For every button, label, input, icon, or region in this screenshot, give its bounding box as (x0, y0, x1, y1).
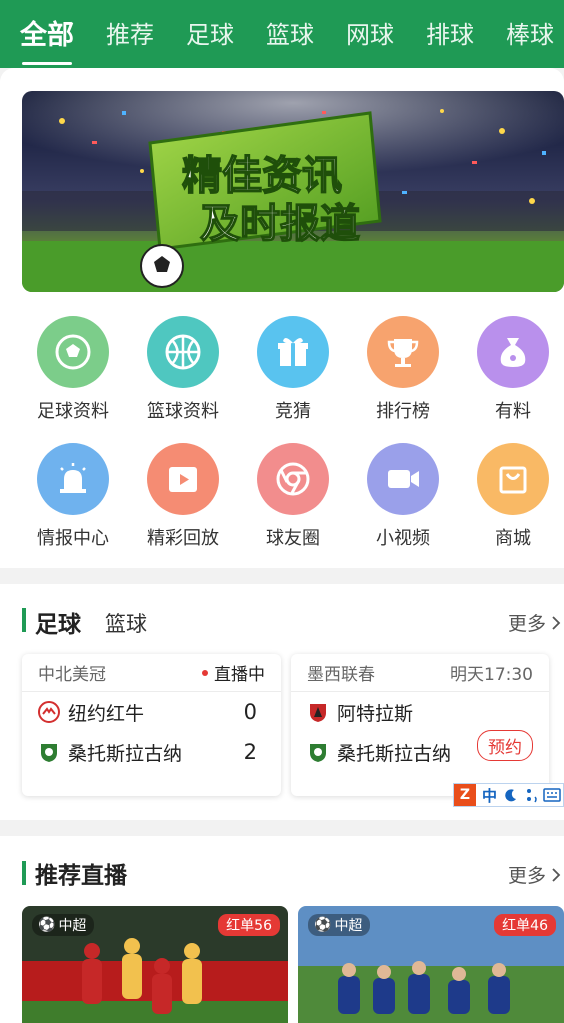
punctuation-icon (527, 789, 537, 803)
soccer-ball-icon (37, 316, 109, 388)
money-bag-icon (477, 316, 549, 388)
grid-label: 排行榜 (376, 401, 430, 422)
match-card[interactable]: 中北美冠 直播中 纽约红牛 0 桑托斯拉古纳 2 (22, 654, 281, 796)
team-name: 纽约红牛 (68, 702, 145, 725)
ime-mode-label: 中 (482, 786, 498, 805)
match-time: 明天17:30 (450, 665, 533, 685)
more-label: 更多 (507, 613, 546, 635)
league-tag: ⚽ 中超 (32, 914, 95, 936)
keyboard-icon (543, 788, 561, 802)
grid-item-ranking[interactable]: 排行榜 (348, 316, 458, 423)
team-logo-icon (310, 744, 326, 762)
grid-label: 有料 (495, 401, 531, 422)
team-name: 桑托斯拉古纳 (337, 742, 452, 765)
ime-logo-icon: Z (454, 784, 476, 806)
shopping-bag-icon (477, 443, 549, 515)
tab-all[interactable]: 全部 (20, 13, 74, 65)
grid-label: 球友圈 (266, 528, 320, 549)
match-league: 中北美冠 (38, 665, 106, 685)
live-dot-icon (202, 669, 208, 676)
live-status-text: 直播中 (214, 665, 265, 685)
tab-baseball[interactable]: 棒球 (506, 15, 554, 50)
team-row: 纽约红牛 0 (22, 692, 281, 732)
grid-label: 小视频 (376, 528, 430, 549)
section-title: 推荐直播 (35, 863, 127, 889)
chevron-right-icon (552, 867, 561, 882)
banner-line1: 精佳资讯 (182, 153, 342, 199)
team-logo-icon (41, 744, 57, 762)
circle-icon (257, 443, 329, 515)
grid-label: 情报中心 (37, 528, 109, 549)
reserve-button[interactable]: 预约 (477, 730, 533, 761)
red-badge: 红单56 (218, 914, 280, 936)
match-card[interactable]: 墨西联春 明天17:30 阿特拉斯 桑托斯拉古纳 预约 (291, 654, 549, 796)
team-logo-icon (38, 701, 60, 723)
feature-grid: 足球资料 篮球资料 竞猜 排行榜 有料 情报中心 精彩回放 球友圈 小视频 商城 (18, 316, 564, 550)
grid-item-intel-center[interactable]: 情报中心 (18, 443, 128, 550)
match-header: 中北美冠 直播中 (22, 654, 281, 692)
more-link[interactable]: 更多 (508, 861, 562, 888)
grid-item-shop[interactable]: 商城 (458, 443, 564, 550)
live-thumbnail[interactable]: ⚽ 中超 红单56 (22, 906, 288, 1023)
tab-football[interactable]: 足球 (186, 15, 234, 50)
video-camera-icon (367, 443, 439, 515)
grid-item-short-video[interactable]: 小视频 (348, 443, 458, 550)
grid-item-guess[interactable]: 竞猜 (238, 316, 348, 423)
gift-icon (257, 316, 329, 388)
section-accent-bar (22, 861, 26, 885)
grid-label: 商城 (495, 528, 531, 549)
team-name: 阿特拉斯 (337, 702, 414, 725)
grid-label: 篮球资料 (147, 401, 219, 422)
grid-label: 精彩回放 (147, 528, 219, 549)
match-header: 墨西联春 明天17:30 (291, 654, 549, 692)
grid-item-replay[interactable]: 精彩回放 (128, 443, 238, 550)
section-tab-basketball[interactable]: 篮球 (105, 608, 147, 638)
grid-item-fan-circle[interactable]: 球友圈 (238, 443, 348, 550)
grid-item-insider[interactable]: 有料 (458, 316, 564, 423)
league-tag-text: 中超 (58, 918, 87, 934)
basketball-icon (147, 316, 219, 388)
grid-item-basketball-data[interactable]: 篮球资料 (128, 316, 238, 423)
section-tab-football[interactable]: 足球 (35, 605, 81, 639)
team-row: 阿特拉斯 (291, 692, 549, 732)
ime-toolbar[interactable]: Z 中 (453, 783, 564, 807)
team-score: 2 (243, 740, 257, 764)
grid-item-football-data[interactable]: 足球资料 (18, 316, 128, 423)
grid-label: 竞猜 (275, 401, 311, 422)
section-accent-bar (22, 608, 26, 632)
trophy-icon (367, 316, 439, 388)
league-tag: ⚽ 中超 (308, 914, 371, 936)
soccer-ball-icon: ⚽ (314, 917, 332, 933)
soccer-ball-icon: ⚽ (38, 917, 56, 933)
team-row: 桑托斯拉古纳 2 (22, 732, 281, 772)
red-badge: 红单46 (494, 914, 556, 936)
more-label: 更多 (507, 865, 546, 887)
chevron-right-icon (552, 615, 561, 630)
moon-icon (505, 789, 517, 802)
live-thumbnail[interactable]: ⚽ 中超 红单46 (298, 906, 564, 1023)
tab-volleyball[interactable]: 排球 (426, 15, 474, 50)
team-logo-icon (310, 704, 326, 722)
live-status: 直播中 (202, 660, 265, 685)
more-link[interactable]: 更多 (508, 609, 562, 636)
alarm-light-icon (37, 443, 109, 515)
video-play-icon (147, 443, 219, 515)
tab-recommend[interactable]: 推荐 (106, 15, 154, 50)
team-score: 0 (243, 700, 257, 724)
team-name: 桑托斯拉古纳 (68, 742, 183, 765)
grid-label: 足球资料 (37, 401, 109, 422)
league-tag-text: 中超 (334, 918, 363, 934)
top-tab-bar: 全部 推荐 足球 篮球 网球 排球 棒球 (0, 0, 564, 68)
match-league: 墨西联春 (307, 665, 375, 685)
tab-basketball[interactable]: 篮球 (266, 15, 314, 50)
tab-tennis[interactable]: 网球 (346, 15, 394, 50)
promo-banner[interactable]: 精佳资讯 及时报道 (22, 91, 564, 292)
banner-line2: 及时报道 (200, 201, 360, 247)
